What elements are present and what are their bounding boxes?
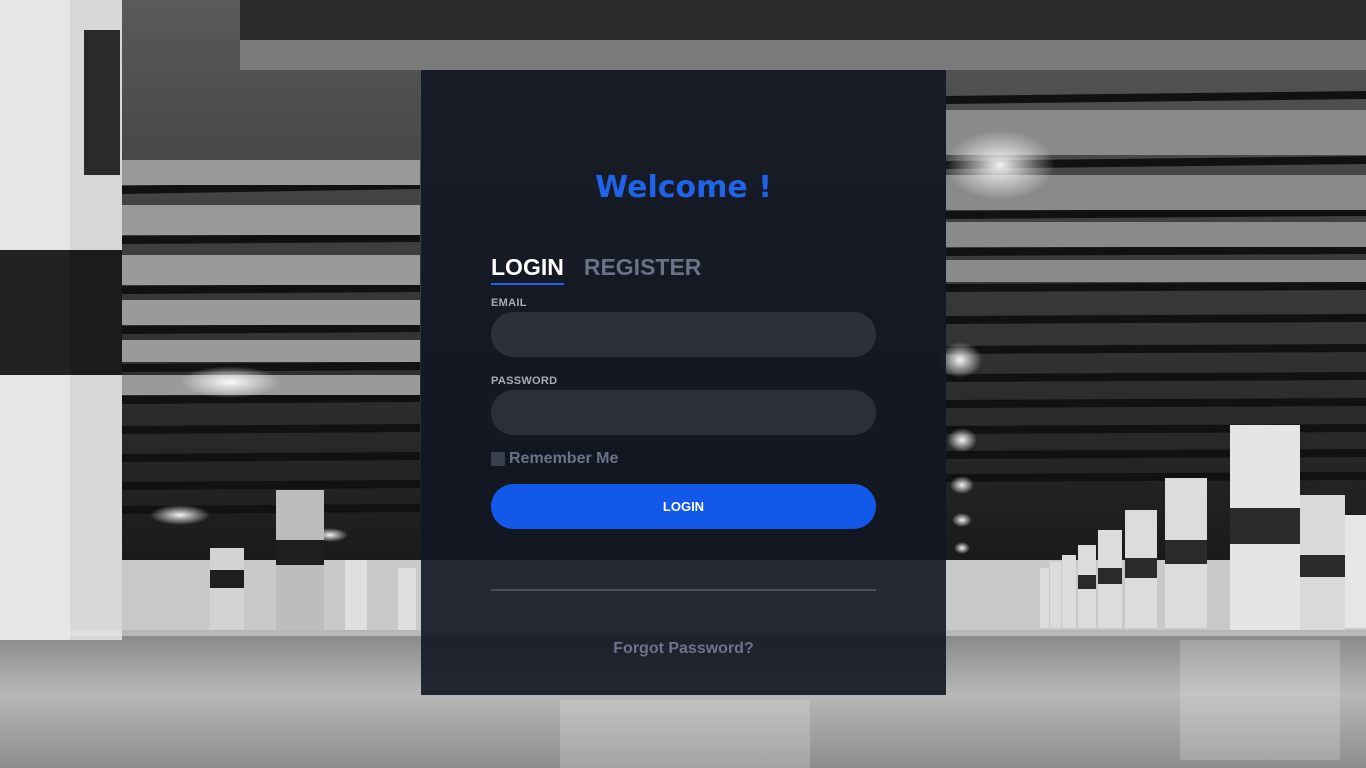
remember-me[interactable]: Remember Me <box>491 450 618 468</box>
password-field[interactable] <box>491 390 876 435</box>
auth-tabs: LOGIN REGISTER <box>491 253 701 285</box>
login-button[interactable]: LOGIN <box>491 484 876 529</box>
remember-me-checkbox[interactable] <box>491 452 505 466</box>
email-label: EMAIL <box>491 297 527 309</box>
forgot-password-link[interactable]: Forgot Password? <box>421 640 946 658</box>
divider <box>491 589 876 591</box>
welcome-title: Welcome ! <box>595 170 772 205</box>
tab-register[interactable]: REGISTER <box>584 253 702 285</box>
password-label: PASSWORD <box>491 375 558 387</box>
email-field[interactable] <box>491 312 876 357</box>
remember-me-label[interactable]: Remember Me <box>509 450 618 468</box>
login-card: Welcome ! LOGIN REGISTER EMAIL PASSWORD … <box>421 70 946 695</box>
tab-login[interactable]: LOGIN <box>491 253 564 285</box>
